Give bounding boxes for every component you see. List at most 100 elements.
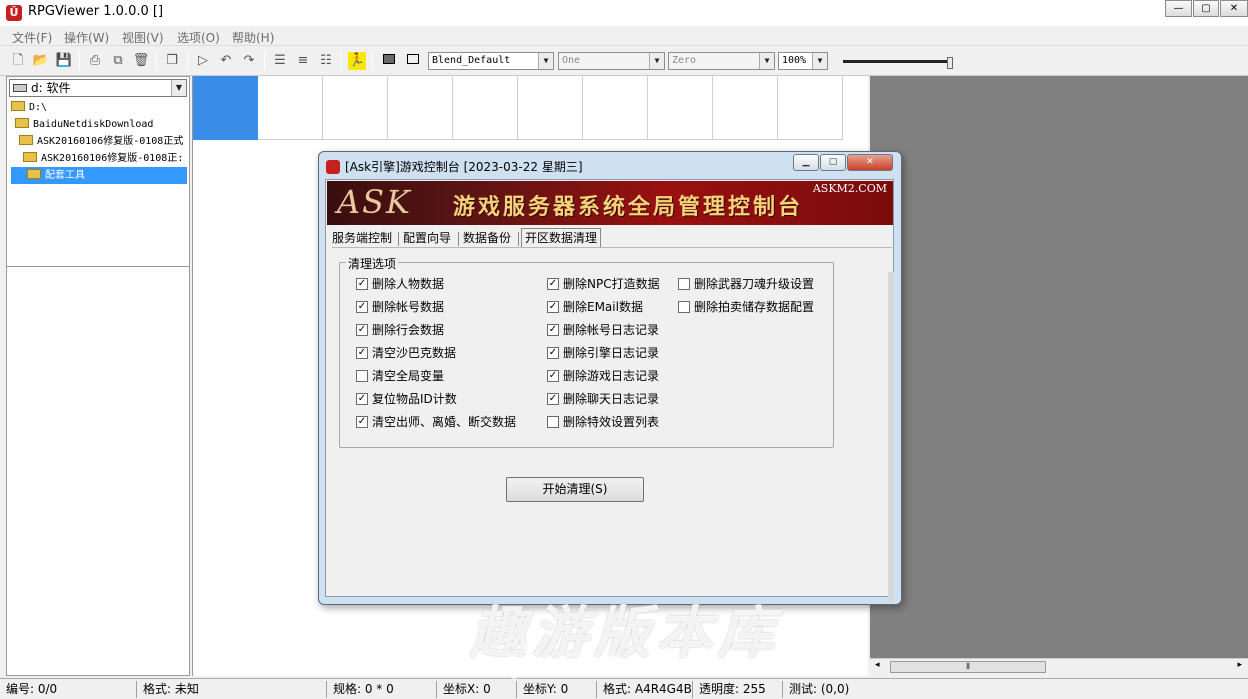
- checkbox[interactable]: ✓: [547, 301, 559, 313]
- start-cleanup-button[interactable]: 开始清理(S): [506, 477, 644, 502]
- dialog-app-icon: [326, 160, 340, 174]
- checkbox[interactable]: ✓: [547, 393, 559, 405]
- status-bar: 编号: 0/0 格式: 未知 规格: 0 * 0 坐标X: 0 坐标Y: 0 格…: [0, 678, 1248, 699]
- checkbox[interactable]: ✓: [356, 416, 368, 428]
- redo-icon[interactable]: ↷: [240, 52, 258, 70]
- close-button[interactable]: ✕: [1220, 0, 1248, 17]
- preview-hscrollbar[interactable]: ◂ ⦀ ▸: [870, 658, 1248, 676]
- dir-item[interactable]: D:\: [11, 99, 186, 116]
- dest-blend-select[interactable]: Zero ▼: [668, 52, 775, 70]
- tab-data-backup[interactable]: 数据备份: [463, 229, 511, 247]
- run-icon[interactable]: 🏃: [348, 52, 366, 70]
- status-pixel-format: 格式: A4R4G4B4: [596, 681, 692, 698]
- minimize-button[interactable]: —: [1165, 0, 1192, 17]
- open-folder-icon[interactable]: 📂: [32, 52, 50, 70]
- copy-icon[interactable]: ⧉: [109, 52, 127, 70]
- frame-cell[interactable]: [778, 76, 843, 140]
- checkbox[interactable]: [356, 370, 368, 382]
- checkbox[interactable]: ✓: [356, 324, 368, 336]
- dialog-scrollbar[interactable]: [888, 272, 894, 602]
- checkbox[interactable]: ✓: [356, 393, 368, 405]
- save-icon[interactable]: 💾: [55, 52, 73, 70]
- frame-cell[interactable]: [648, 76, 713, 140]
- frame-cell[interactable]: [583, 76, 648, 140]
- folder-icon: [11, 101, 25, 111]
- menu-help[interactable]: 帮助(H): [232, 29, 274, 46]
- dir-item[interactable]: ASK20160106修复版-0108正式: [19, 133, 187, 150]
- scroll-thumb[interactable]: ⦀: [890, 661, 1046, 673]
- banner-site: ASKM2.COM: [812, 182, 887, 195]
- tab-data-cleanup[interactable]: 开区数据清理: [521, 228, 602, 248]
- rect-outline-icon[interactable]: [404, 52, 422, 70]
- chevron-down-icon: ▼: [538, 53, 553, 69]
- dialog-title: [Ask引擎]游戏控制台 [2023-03-22 星期三]: [345, 160, 583, 174]
- drive-icon: [13, 84, 27, 92]
- menu-bar: 文件(F) 操作(W) 视图(V) 选项(O) 帮助(H): [0, 26, 1248, 46]
- new-file-icon[interactable]: 🗋: [9, 52, 27, 70]
- checkbox[interactable]: [678, 278, 690, 290]
- frame-cell[interactable]: [518, 76, 583, 140]
- app-icon: Ŭ: [6, 5, 22, 21]
- status-test: 测试: (0,0): [782, 681, 1248, 698]
- dialog-maximize-button[interactable]: ▢: [820, 154, 846, 171]
- checkbox[interactable]: ✓: [547, 324, 559, 336]
- align-left-icon[interactable]: ☰: [271, 52, 289, 70]
- checkbox[interactable]: ✓: [356, 278, 368, 290]
- play-icon[interactable]: ▷: [194, 52, 212, 70]
- dialog-close-button[interactable]: ✕: [847, 154, 893, 171]
- file-browser-panel: d: 软件 ▼ D:\ BaiduNetdiskDownload ASK20160…: [6, 76, 190, 676]
- slider-thumb[interactable]: [947, 57, 953, 69]
- zoom-select[interactable]: 100% ▼: [778, 52, 828, 70]
- status-format: 格式: 未知: [136, 681, 326, 698]
- drive-select[interactable]: d: 软件 ▼: [9, 79, 187, 97]
- dir-item[interactable]: ASK20160106修复版-0108正:: [23, 150, 187, 167]
- status-index: 编号: 0/0: [6, 682, 58, 696]
- frame-cell[interactable]: [258, 76, 323, 140]
- menu-options[interactable]: 选项(O): [177, 29, 220, 46]
- folder-icon: [19, 135, 33, 145]
- dialog-minimize-button[interactable]: ▁: [793, 154, 819, 171]
- status-alpha: 透明度: 255: [692, 681, 782, 698]
- banner-logo: ASK: [337, 183, 412, 221]
- status-y: 坐标Y: 0: [516, 681, 596, 698]
- checkbox[interactable]: [678, 301, 690, 313]
- maximize-button[interactable]: ▢: [1193, 0, 1219, 17]
- checkbox[interactable]: ✓: [356, 301, 368, 313]
- undo-icon[interactable]: ↶: [217, 52, 235, 70]
- scroll-right-icon: ▸: [1237, 660, 1242, 670]
- checkbox[interactable]: ✓: [547, 370, 559, 382]
- blend-mode-select[interactable]: Blend_Default ▼: [428, 52, 554, 70]
- print-icon[interactable]: ⎙: [86, 52, 104, 70]
- chevron-down-icon: ▼: [649, 53, 664, 69]
- window-title: RPGViewer 1.0.0.0 []: [28, 4, 164, 19]
- checkbox[interactable]: ✓: [547, 278, 559, 290]
- selected-frame-cell[interactable]: [193, 76, 258, 140]
- layers-icon[interactable]: ❐: [163, 52, 181, 70]
- source-blend-select[interactable]: One ▼: [558, 52, 665, 70]
- checkbox[interactable]: ✓: [356, 347, 368, 359]
- dir-item[interactable]: BaiduNetdiskDownload: [15, 116, 187, 133]
- frame-cell[interactable]: [713, 76, 778, 140]
- dir-item-selected[interactable]: 配套工具: [11, 167, 187, 184]
- slider-track: [843, 60, 951, 63]
- chevron-down-icon: ▼: [812, 53, 827, 69]
- delete-icon[interactable]: 🗑: [132, 52, 150, 70]
- tab-config-wizard[interactable]: 配置向导: [403, 229, 451, 247]
- menu-file[interactable]: 文件(F): [12, 29, 52, 46]
- file-list[interactable]: [7, 269, 189, 675]
- list-icon[interactable]: ☷: [317, 52, 335, 70]
- frame-cell[interactable]: [388, 76, 453, 140]
- fill-rect-icon[interactable]: [380, 52, 398, 70]
- image-preview: [870, 76, 1248, 658]
- checkbox[interactable]: [547, 416, 559, 428]
- group-label: 清理选项: [346, 255, 399, 272]
- status-x: 坐标X: 0: [436, 681, 516, 698]
- checkbox[interactable]: ✓: [547, 347, 559, 359]
- align-center-icon[interactable]: ≡: [294, 52, 312, 70]
- tab-server-control[interactable]: 服务端控制: [332, 229, 392, 247]
- menu-operate[interactable]: 操作(W): [64, 29, 109, 46]
- menu-view[interactable]: 视图(V): [122, 29, 164, 46]
- scroll-left-icon: ◂: [875, 660, 880, 670]
- frame-cell[interactable]: [323, 76, 388, 140]
- frame-cell[interactable]: [453, 76, 518, 140]
